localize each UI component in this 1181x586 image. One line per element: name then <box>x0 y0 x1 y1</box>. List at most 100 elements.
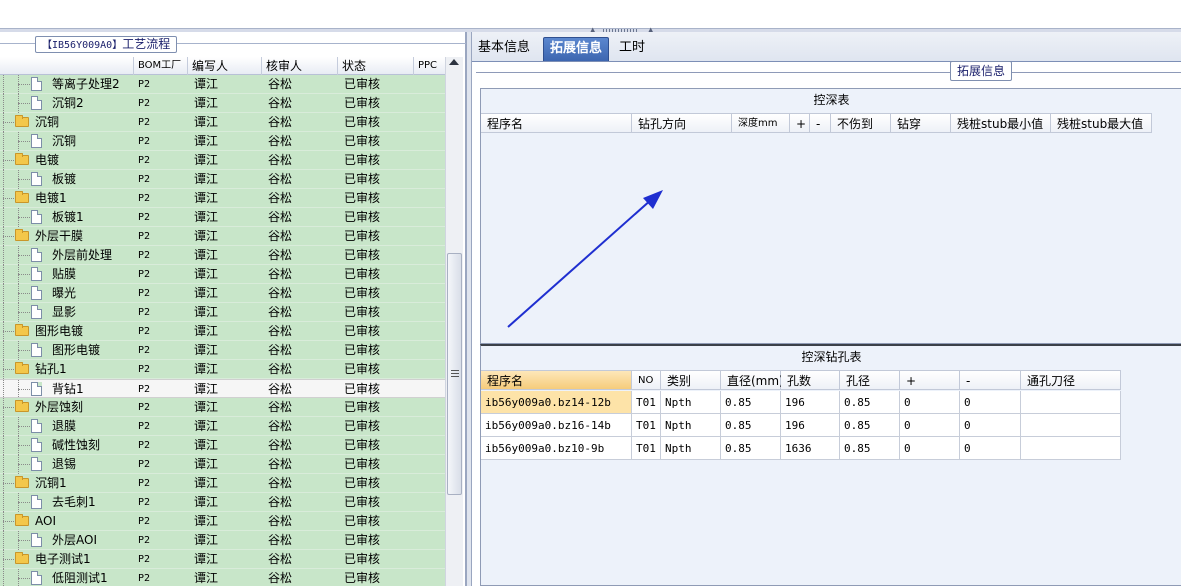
tree-node[interactable]: 沉铜 <box>0 113 134 132</box>
vertical-scrollbar[interactable] <box>445 57 463 586</box>
tree-node[interactable]: 板镀 <box>0 170 134 189</box>
diameter-cell[interactable]: 0.85 <box>721 437 781 460</box>
drill-col-diameter[interactable]: 直径(mm) <box>721 370 784 390</box>
drill-col-program[interactable]: 程序名 <box>481 370 632 390</box>
tab-extended-info[interactable]: 拓展信息 <box>543 37 610 61</box>
collapse-toggle-icon[interactable] <box>0 518 4 525</box>
category-cell[interactable]: Npth <box>661 437 721 460</box>
plus-cell[interactable]: 0 <box>900 437 960 460</box>
tree-row[interactable]: 沉铜 P2 谭江 谷松 已审核 <box>0 132 445 151</box>
diameter-cell[interactable]: 0.85 <box>721 391 781 414</box>
column-header-writer[interactable]: 编写人 <box>188 57 262 75</box>
tree-row[interactable]: 低阻测试1 P2 谭江 谷松 已审核 <box>0 569 445 586</box>
tab-work-hours[interactable]: 工时 <box>613 37 651 61</box>
tree-node[interactable]: 图形电镀 <box>0 322 134 341</box>
no-cell[interactable]: T01 <box>632 414 661 437</box>
tree-row[interactable]: 图形电镀 P2 谭江 谷松 已审核 <box>0 341 445 360</box>
tree-row[interactable]: 外层前处理 P2 谭江 谷松 已审核 <box>0 246 445 265</box>
tree-row[interactable]: 电镀1 P2 谭江 谷松 已审核 <box>0 189 445 208</box>
no-cell[interactable]: T01 <box>632 437 661 460</box>
program-name-cell[interactable]: ib56y009a0.bz16-14b <box>481 414 632 437</box>
collapse-toggle-icon[interactable] <box>0 556 4 563</box>
drill-table-row[interactable]: ib56y009a0.bz10-9b T01 Npth 0.85 1636 0.85 0 0 <box>481 437 1121 460</box>
column-header-reviewer[interactable]: 核审人 <box>262 57 338 75</box>
tree-row[interactable]: 曝光 P2 谭江 谷松 已审核 <box>0 284 445 303</box>
through-tool-cell[interactable] <box>1021 391 1121 414</box>
drill-table-row[interactable]: ib56y009a0.bz14-12b T01 Npth 0.85 196 0.85 0 0 <box>481 391 1121 414</box>
tree-row[interactable]: 外层蚀刻 P2 谭江 谷松 已审核 <box>0 398 445 417</box>
column-header-name[interactable] <box>0 57 134 75</box>
tree-node[interactable]: 碱性蚀刻 <box>0 436 134 455</box>
tab-basic-info[interactable]: 基本信息 <box>472 37 536 61</box>
through-tool-cell[interactable] <box>1021 414 1121 437</box>
tree-node[interactable]: 等离子处理2 <box>0 75 134 94</box>
tree-row[interactable]: 显影 P2 谭江 谷松 已审核 <box>0 303 445 322</box>
tree-row[interactable]: 板镀1 P2 谭江 谷松 已审核 <box>0 208 445 227</box>
tree-node[interactable]: 贴膜 <box>0 265 134 284</box>
no-cell[interactable]: T01 <box>632 391 661 414</box>
collapse-toggle-icon[interactable] <box>0 404 4 411</box>
tree-node[interactable]: 背钻1 <box>0 380 134 399</box>
drill-col-through-tool[interactable]: 通孔刀径 <box>1021 370 1121 390</box>
scroll-up-arrow-icon[interactable] <box>449 59 459 65</box>
tree-row[interactable]: 图形电镀 P2 谭江 谷松 已审核 <box>0 322 445 341</box>
collapse-toggle-icon[interactable] <box>0 233 4 240</box>
tree-node[interactable]: 沉铜2 <box>0 94 134 113</box>
tree-row[interactable]: 退膜 P2 谭江 谷松 已审核 <box>0 417 445 436</box>
category-cell[interactable]: Npth <box>661 414 721 437</box>
program-name-cell[interactable]: ib56y009a0.bz14-12b <box>481 391 632 414</box>
tree-row[interactable]: 电子测试1 P2 谭江 谷松 已审核 <box>0 550 445 569</box>
tree-node[interactable]: 电镀 <box>0 151 134 170</box>
minus-cell[interactable]: 0 <box>960 414 1021 437</box>
hole-size-cell[interactable]: 0.85 <box>840 391 900 414</box>
tree-node[interactable]: 显影 <box>0 303 134 322</box>
drill-table-row[interactable]: ib56y009a0.bz16-14b T01 Npth 0.85 196 0.85 0 0 <box>481 414 1121 437</box>
tree-row[interactable]: 板镀 P2 谭江 谷松 已审核 <box>0 170 445 189</box>
tree-node[interactable]: 外层AOI <box>0 531 134 550</box>
tree-node[interactable]: 低阻测试1 <box>0 569 134 586</box>
tree-node[interactable]: 钻孔1 <box>0 360 134 379</box>
collapse-toggle-icon[interactable] <box>0 366 4 373</box>
tree-row[interactable]: 外层干膜 P2 谭江 谷松 已审核 <box>0 227 445 246</box>
collapse-toggle-icon[interactable] <box>0 157 4 164</box>
tree-row[interactable]: 去毛刺1 P2 谭江 谷松 已审核 <box>0 493 445 512</box>
tree-row[interactable]: 电镀 P2 谭江 谷松 已审核 <box>0 151 445 170</box>
tree-node[interactable]: 去毛刺1 <box>0 493 134 512</box>
tree-node[interactable]: 外层前处理 <box>0 246 134 265</box>
tree-row[interactable]: 沉铜2 P2 谭江 谷松 已审核 <box>0 94 445 113</box>
drill-col-hole-count[interactable]: 孔数 <box>781 370 840 390</box>
hole-count-cell[interactable]: 196 <box>781 391 840 414</box>
tree-node[interactable]: 沉铜 <box>0 132 134 151</box>
tree-row[interactable]: 等离子处理2 P2 谭江 谷松 已审核 <box>0 75 445 94</box>
tree-node[interactable]: 外层蚀刻 <box>0 398 134 417</box>
program-name-cell[interactable]: ib56y009a0.bz10-9b <box>481 437 632 460</box>
tree-node[interactable]: 图形电镀 <box>0 341 134 360</box>
tree-node[interactable]: 沉铜1 <box>0 474 134 493</box>
tree-row[interactable]: 外层AOI P2 谭江 谷松 已审核 <box>0 531 445 550</box>
tree-row[interactable]: 退锡 P2 谭江 谷松 已审核 <box>0 455 445 474</box>
category-cell[interactable]: Npth <box>661 391 721 414</box>
tree-node[interactable]: 外层干膜 <box>0 227 134 246</box>
drill-col-plus[interactable]: + <box>900 370 960 390</box>
hole-count-cell[interactable]: 196 <box>781 414 840 437</box>
plus-cell[interactable]: 0 <box>900 391 960 414</box>
tree-row[interactable]: 沉铜 P2 谭江 谷松 已审核 <box>0 113 445 132</box>
column-header-bom[interactable]: BOM工厂 <box>134 57 188 75</box>
column-header-status[interactable]: 状态 <box>338 57 414 75</box>
tree-row[interactable]: 沉铜1 P2 谭江 谷松 已审核 <box>0 474 445 493</box>
tree-node[interactable]: AOI <box>0 512 134 531</box>
tree-node[interactable]: 电镀1 <box>0 189 134 208</box>
minus-cell[interactable]: 0 <box>960 391 1021 414</box>
drill-col-category[interactable]: 类别 <box>661 370 721 390</box>
tree-row[interactable]: 背钻1 P2 谭江 谷松 已审核 <box>0 379 445 399</box>
tree-row[interactable]: 碱性蚀刻 P2 谭江 谷松 已审核 <box>0 436 445 455</box>
drill-col-hole-size[interactable]: 孔径 <box>840 370 900 390</box>
tree-row[interactable]: AOI P2 谭江 谷松 已审核 <box>0 512 445 531</box>
drill-col-minus[interactable]: - <box>960 370 1021 390</box>
tree-node[interactable]: 板镀1 <box>0 208 134 227</box>
through-tool-cell[interactable] <box>1021 437 1121 460</box>
hole-size-cell[interactable]: 0.85 <box>840 414 900 437</box>
collapse-toggle-icon[interactable] <box>0 328 4 335</box>
tree-node[interactable]: 退锡 <box>0 455 134 474</box>
tree-node[interactable]: 电子测试1 <box>0 550 134 569</box>
